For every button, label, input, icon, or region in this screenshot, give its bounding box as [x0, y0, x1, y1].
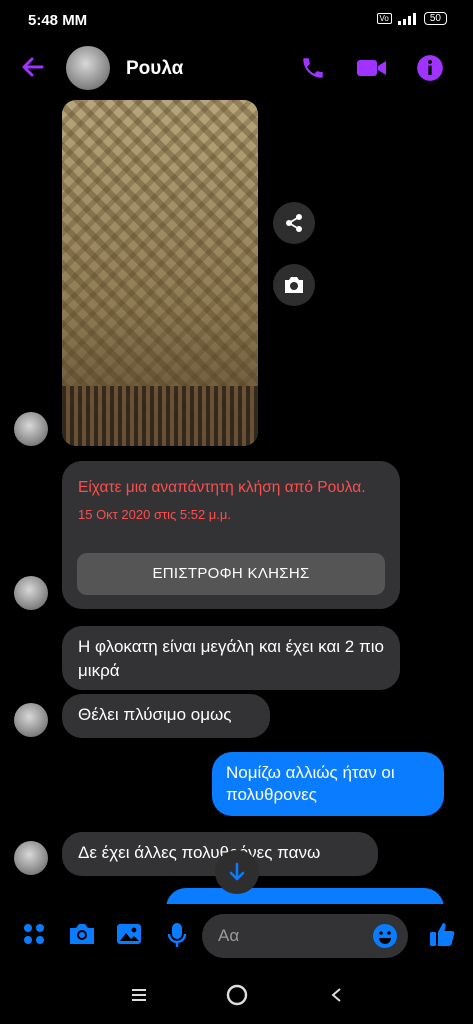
message-input-placeholder: Αα	[218, 926, 240, 945]
message-bubble-received[interactable]: Θέλει πλύσιμο ομως	[62, 694, 270, 738]
message-text: Η φλοκατη είναι μεγάλη και έχει και 2 πι…	[78, 637, 384, 680]
status-time: 5:48 MM	[28, 12, 88, 29]
info-icon[interactable]	[416, 54, 444, 82]
arrow-down-icon	[229, 862, 245, 881]
sender-avatar[interactable]	[14, 703, 48, 737]
photo-rug	[62, 386, 258, 446]
scroll-to-bottom-button[interactable]	[215, 850, 259, 894]
message-bubble-received[interactable]: Η φλοκατη είναι μεγάλη και έχει και 2 πι…	[62, 626, 400, 690]
sender-avatar[interactable]	[14, 841, 48, 875]
microphone-icon[interactable]	[166, 922, 188, 948]
system-nav-bar	[0, 968, 473, 1024]
message-text: Θέλει πλύσιμο ομως	[78, 705, 232, 724]
chat-header: Ρουλα	[0, 40, 473, 96]
message-text: Νομίζω αλλιώς ήταν οι πολυθρονες	[226, 763, 395, 804]
volte-icon: Vo	[376, 13, 392, 24]
share-button[interactable]	[273, 202, 315, 244]
contact-avatar[interactable]	[66, 46, 110, 90]
armchair-photo[interactable]	[62, 100, 258, 446]
share-icon	[286, 214, 302, 232]
contact-name[interactable]: Ρουλα	[126, 58, 183, 80]
missed-call-title: Είχατε μια αναπάντητη κλήση από Ρουλα.	[78, 479, 366, 496]
status-icons: Vo 50	[376, 12, 447, 25]
phone-icon[interactable]	[300, 54, 326, 82]
back-arrow-icon[interactable]	[20, 54, 46, 80]
message-bubble-sent[interactable]: Νομίζω αλλιώς ήταν οι πολυθρονες	[212, 752, 444, 816]
missed-call-card: Είχατε μια αναπάντητη κλήση από Ρουλα. 1…	[62, 461, 400, 609]
emoji-icon[interactable]	[372, 923, 398, 949]
video-call-icon[interactable]	[356, 54, 388, 82]
battery-icon: 50	[423, 12, 447, 25]
back-nav-icon[interactable]	[330, 987, 342, 1003]
message-text: Δε έχει άλλες πολυθρόνες πανω	[78, 843, 321, 862]
message-composer: Αα	[0, 904, 473, 968]
callback-button[interactable]: ΕΠΙΣΤΡΟΦΗ ΚΛΗΣΗΣ	[77, 553, 385, 595]
gallery-icon[interactable]	[116, 922, 142, 946]
signal-icon	[397, 12, 416, 25]
home-icon[interactable]	[226, 984, 248, 1006]
sender-avatar[interactable]	[14, 412, 48, 446]
like-thumbs-up-icon[interactable]	[428, 920, 456, 948]
apps-grid-icon[interactable]	[22, 922, 46, 946]
sender-avatar[interactable]	[14, 576, 48, 610]
camera-icon	[285, 277, 303, 293]
missed-call-date: 15 Οκτ 2020 στις 5:52 μ.μ.	[78, 507, 232, 522]
status-bar: 5:48 MM Vo 50	[0, 0, 473, 40]
save-photo-button[interactable]	[273, 264, 315, 306]
camera-icon[interactable]	[68, 922, 96, 946]
menu-icon[interactable]	[132, 988, 146, 1002]
message-input[interactable]: Αα	[202, 914, 408, 958]
